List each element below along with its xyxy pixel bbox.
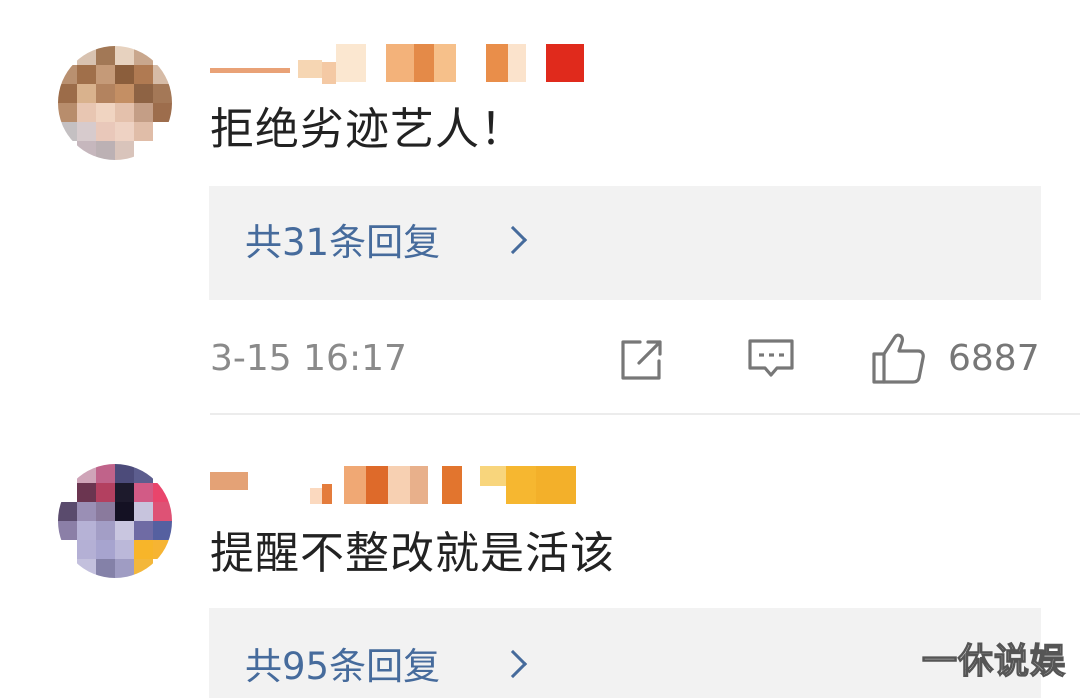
like-count: 6887: [948, 338, 1040, 379]
view-replies-button[interactable]: 共31条回复: [209, 186, 1041, 300]
watermark-text: 一休说娱: [921, 641, 1067, 682]
comment-text: 提醒不整改就是活该: [210, 528, 615, 579]
thumbs-up-icon[interactable]: [870, 332, 926, 386]
comment-timestamp: 3-15 16:17: [210, 338, 407, 379]
chevron-right-icon: [498, 225, 528, 255]
username-redacted[interactable]: [210, 466, 576, 504]
share-icon[interactable]: [618, 337, 666, 383]
replies-count-label: 共95条回复: [245, 645, 441, 688]
replies-count-label: 共31条回复: [245, 221, 441, 264]
comment-meta-bar: 3-15 16:17 6887: [0, 330, 1080, 390]
avatar[interactable]: [58, 464, 172, 578]
username-redacted[interactable]: [210, 44, 584, 84]
comment-text: 拒绝劣迹艺人！: [210, 104, 525, 155]
comment-icon[interactable]: [746, 337, 796, 383]
avatar[interactable]: [58, 46, 172, 160]
comment-item-1: 拒绝劣迹艺人！ 共31条回复 3-15 16:17 6887: [0, 0, 1080, 415]
comment-item-2: 提醒不整改就是活该 共95条回复: [0, 414, 1080, 698]
view-replies-button[interactable]: 共95条回复: [209, 608, 1041, 698]
chevron-right-icon: [498, 649, 528, 679]
